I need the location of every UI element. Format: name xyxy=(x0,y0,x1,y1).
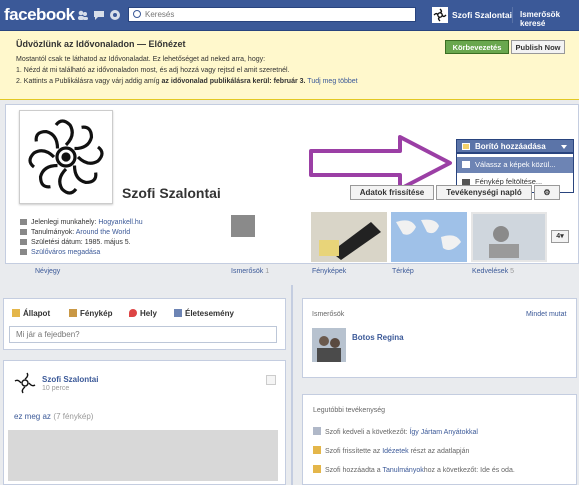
post-author-name[interactable]: Szofi Szalontai xyxy=(42,375,98,384)
photos-tile-label[interactable]: Fényképek xyxy=(312,268,346,275)
publish-now-button[interactable]: Publish Now xyxy=(511,40,565,54)
recent-activity-heading: Legutóbbi tevékenység xyxy=(313,407,385,414)
settings-button[interactable]: ⚙ xyxy=(534,185,560,200)
welcome-line-1: Mostantól csak te láthatod az Idővonalad… xyxy=(16,56,266,63)
gift-icon xyxy=(20,239,27,246)
info-education: Tanulmányok: Around the World xyxy=(20,228,143,238)
friend-thumbnail xyxy=(231,215,255,237)
location-pin-icon xyxy=(129,309,137,317)
highlight-arrow-annotation xyxy=(309,135,452,191)
welcome-title: Üdvözlünk az Idővonaladon — Előnézet xyxy=(16,39,186,49)
friend-avatar[interactable] xyxy=(312,328,346,362)
cover-icon xyxy=(462,143,470,150)
tour-button[interactable]: Körbevezetés xyxy=(445,40,509,54)
graduation-cap-icon xyxy=(20,229,27,236)
photos-tile[interactable] xyxy=(311,212,387,262)
topbar-separator xyxy=(512,7,513,23)
learn-more-link[interactable]: Tudj meg többet xyxy=(307,78,357,85)
map-tile[interactable] xyxy=(391,212,467,262)
post-photo[interactable] xyxy=(8,430,278,481)
post-album-title[interactable]: ez meg az (7 fénykép) xyxy=(14,411,93,421)
more-sections-button[interactable]: 4▾ xyxy=(551,230,569,243)
add-cover-label: Borító hozzáadása xyxy=(475,142,546,151)
map-thumbnail xyxy=(391,212,467,262)
activity-link[interactable]: Így Jártam Anyátokkal xyxy=(409,429,477,436)
gear-icon: ⚙ xyxy=(543,188,551,197)
welcome-line-3: 2. Kattints a Publikálásra vagy várj add… xyxy=(16,78,358,85)
search-placeholder: Keresés xyxy=(145,10,175,19)
post-timestamp[interactable]: 10 perce xyxy=(42,385,69,392)
activity-item: Szofi kedveli a következőt: Így Jártam A… xyxy=(313,427,478,436)
find-friends-link[interactable]: Ismerősök keresé xyxy=(520,10,579,28)
info-birthday: Születési dátum: 1985. május 5. xyxy=(20,238,143,248)
facebook-logo[interactable]: facebook xyxy=(4,5,75,25)
add-cover-button[interactable]: Borító hozzáadása xyxy=(456,139,574,153)
messages-icon[interactable] xyxy=(93,9,105,21)
activity-item: Szofi frissítette az Idézetek részt az a… xyxy=(313,446,469,455)
post-options-icon[interactable] xyxy=(266,375,276,385)
likes-tile-label[interactable]: Kedvelések 5 xyxy=(472,268,514,275)
likes-thumbnail xyxy=(471,212,547,262)
flag-icon xyxy=(174,309,182,317)
like-icon xyxy=(313,427,321,435)
briefcase-icon xyxy=(20,219,27,226)
welcome-line-2: 1. Nézd át mi található az idővonaladon … xyxy=(16,67,290,74)
activity-log-button[interactable]: Tevékenységi napló xyxy=(436,185,532,200)
info-hometown: Szülőváros megadása xyxy=(20,248,143,258)
search-input[interactable]: Keresés xyxy=(128,7,416,22)
status-input[interactable]: Mi jár a fejedben? xyxy=(9,326,277,343)
choose-from-photos-label: Válassz a képek közül... xyxy=(475,160,556,169)
profile-info-list: Jelenlegi munkahely: Hogyankell.hu Tanul… xyxy=(20,218,143,258)
notifications-icon[interactable] xyxy=(109,9,121,21)
top-navigation-bar: facebook Keresés Szofi Szalontai Ismerős… xyxy=(0,0,579,31)
friends-heading: Ismerősök xyxy=(312,311,345,318)
home-icon xyxy=(20,249,27,256)
tab-photo[interactable]: Fénykép xyxy=(69,309,112,318)
photo-icon xyxy=(69,309,77,317)
tab-life-event[interactable]: Életesemény xyxy=(174,309,234,318)
info-workplace: Jelenlegi munkahely: Hogyankell.hu xyxy=(20,218,143,228)
photos-icon xyxy=(462,161,470,168)
friends-tile-label[interactable]: Ismerősök 1 xyxy=(231,268,269,275)
pencil-icon xyxy=(12,309,20,317)
photos-thumbnail xyxy=(311,212,387,262)
update-info-button[interactable]: Adatok frissítése xyxy=(350,185,434,200)
friend-requests-icon[interactable] xyxy=(77,9,89,21)
friend-name-link[interactable]: Botos Regina xyxy=(352,333,404,342)
tab-status[interactable]: Állapot xyxy=(12,309,50,318)
education-link[interactable]: Around the World xyxy=(76,229,130,236)
edit-icon xyxy=(313,465,321,473)
activity-link[interactable]: Idézetek xyxy=(382,448,408,455)
choose-from-photos-item[interactable]: Válassz a képek közül... xyxy=(457,157,573,173)
see-all-friends-link[interactable]: Mindet mutat xyxy=(526,311,566,318)
profile-name: Szofi Szalontai xyxy=(122,185,221,201)
map-tile-label[interactable]: Térkép xyxy=(392,268,414,275)
likes-tile[interactable] xyxy=(471,212,547,262)
timeline-spine xyxy=(291,285,293,485)
profile-picture[interactable] xyxy=(19,110,113,204)
post-author-avatar[interactable] xyxy=(14,372,36,394)
chevron-down-icon xyxy=(561,145,567,149)
friends-tile[interactable] xyxy=(230,212,306,262)
user-avatar-thumbnail[interactable] xyxy=(432,7,448,23)
activity-link[interactable]: Tanulmányok xyxy=(382,467,423,474)
tab-place[interactable]: Hely xyxy=(129,309,157,318)
about-link[interactable]: Névjegy xyxy=(35,268,60,275)
edit-icon xyxy=(313,446,321,454)
activity-item: Szofi hozzáadta a Tanulmányokhoz a követ… xyxy=(313,465,515,474)
workplace-link[interactable]: Hogyankell.hu xyxy=(98,219,142,226)
search-icon xyxy=(133,10,141,18)
add-hometown-link[interactable]: Szülőváros megadása xyxy=(31,249,100,256)
top-user-name[interactable]: Szofi Szalontai xyxy=(452,10,512,20)
